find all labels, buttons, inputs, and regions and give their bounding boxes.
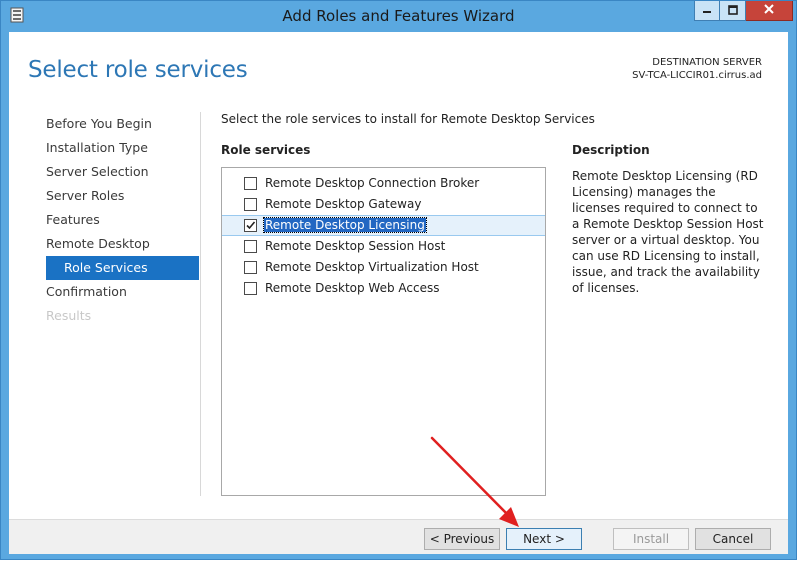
role-service-label: Remote Desktop Web Access xyxy=(265,281,440,295)
minimize-button[interactable] xyxy=(694,1,720,21)
close-icon xyxy=(763,3,775,18)
nav-divider xyxy=(200,112,201,496)
destination-server-name: SV-TCA-LICCIR01.cirrus.ad xyxy=(632,70,762,81)
destination-server-label: DESTINATION SERVER xyxy=(652,57,762,68)
nav-item-confirmation[interactable]: Confirmation xyxy=(39,280,199,304)
role-services-list[interactable]: Remote Desktop Connection Broker Remote … xyxy=(221,167,546,496)
wizard-footer: < Previous Next > Install Cancel xyxy=(9,519,788,554)
wizard-window: Add Roles and Features Wizard Select rol… xyxy=(0,0,797,560)
role-service-row-gateway[interactable]: Remote Desktop Gateway xyxy=(222,194,545,215)
description-header: Description xyxy=(572,143,650,157)
next-button[interactable]: Next > xyxy=(506,528,582,550)
minimize-icon xyxy=(702,4,712,18)
nav-item-results: Results xyxy=(46,308,92,323)
previous-button[interactable]: < Previous xyxy=(424,528,500,550)
role-service-row-connection-broker[interactable]: Remote Desktop Connection Broker xyxy=(222,173,545,194)
role-service-row-virtualization-host[interactable]: Remote Desktop Virtualization Host xyxy=(222,257,545,278)
checkbox-gateway[interactable] xyxy=(244,198,257,211)
title-bar[interactable]: Add Roles and Features Wizard xyxy=(1,1,796,31)
checkbox-web-access[interactable] xyxy=(244,282,257,295)
role-service-label: Remote Desktop Session Host xyxy=(265,239,446,253)
role-service-label: Remote Desktop Virtualization Host xyxy=(265,260,479,274)
checkbox-virtualization-host[interactable] xyxy=(244,261,257,274)
nav-item-before-you-begin[interactable]: Before You Begin xyxy=(39,112,199,136)
page-title: Select role services xyxy=(28,57,248,83)
role-service-row-session-host[interactable]: Remote Desktop Session Host xyxy=(222,236,545,257)
checkbox-licensing[interactable] xyxy=(244,219,257,232)
nav-item-features[interactable]: Features xyxy=(39,208,199,232)
description-text: Remote Desktop Licensing (RD Licensing) … xyxy=(572,169,764,295)
role-service-label: Remote Desktop Connection Broker xyxy=(265,176,480,190)
checkbox-session-host[interactable] xyxy=(244,240,257,253)
maximize-button[interactable] xyxy=(720,1,746,21)
nav-item-installation-type[interactable]: Installation Type xyxy=(39,136,199,160)
nav-item-server-roles[interactable]: Server Roles xyxy=(39,184,199,208)
role-services-header: Role services xyxy=(221,143,311,157)
window-title: Add Roles and Features Wizard xyxy=(282,7,515,25)
maximize-icon xyxy=(727,4,738,18)
role-service-label: Remote Desktop Licensing xyxy=(263,217,427,233)
nav-item-remote-desktop-services[interactable]: Remote Desktop Services xyxy=(39,232,199,275)
role-service-row-web-access[interactable]: Remote Desktop Web Access xyxy=(222,278,545,299)
close-button[interactable] xyxy=(746,1,793,21)
wizard-nav: Before You Begin Installation Type Serve… xyxy=(39,112,199,328)
wizard-content: Select role services DESTINATION SERVER … xyxy=(9,32,788,554)
instruction-text: Select the role services to install for … xyxy=(221,112,595,126)
role-service-row-licensing[interactable]: Remote Desktop Licensing xyxy=(222,215,545,236)
role-service-label: Remote Desktop Gateway xyxy=(265,197,422,211)
install-button: Install xyxy=(613,528,689,550)
nav-item-role-services[interactable]: Role Services xyxy=(46,256,199,280)
checkmark-icon xyxy=(246,221,256,230)
nav-item-server-selection[interactable]: Server Selection xyxy=(39,160,199,184)
cancel-button[interactable]: Cancel xyxy=(695,528,771,550)
checkbox-connection-broker[interactable] xyxy=(244,177,257,190)
